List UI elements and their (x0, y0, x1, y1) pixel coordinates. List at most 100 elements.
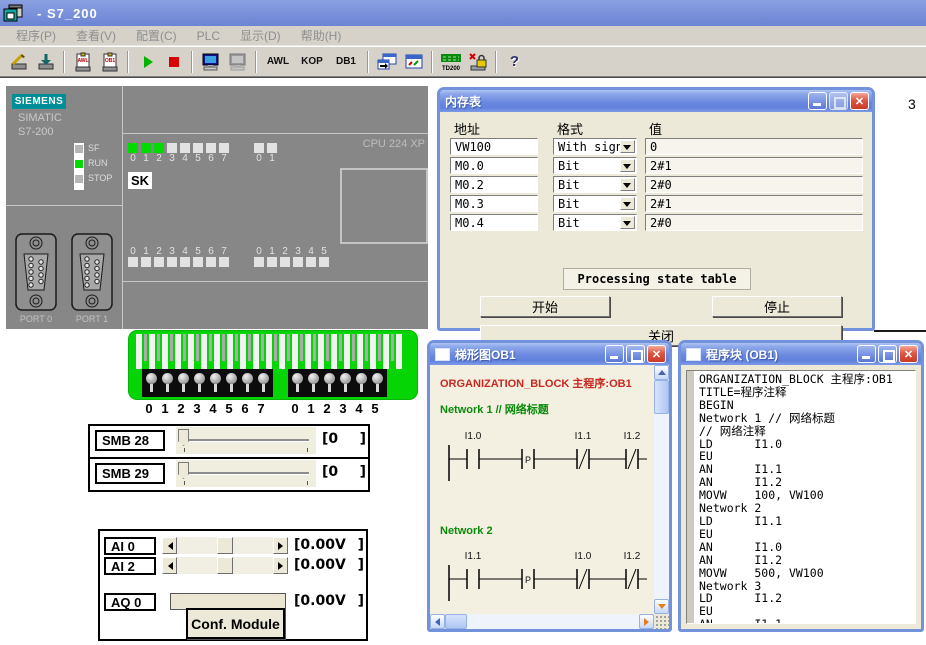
awl-editor-button[interactable]: AWL (69, 49, 96, 74)
horizontal-scrollbar[interactable] (430, 614, 654, 629)
memory-window-titlebar[interactable]: 内存表 ✕ (440, 90, 872, 112)
memory-address-input[interactable] (450, 195, 538, 212)
dropdown-arrow-button[interactable] (620, 197, 635, 210)
input-switch[interactable] (160, 371, 175, 395)
address-header: 地址 (454, 119, 480, 138)
scroll-thumb[interactable] (654, 380, 669, 414)
ladder-window-titlebar[interactable]: 梯形图OB1 ✕ (430, 343, 669, 365)
io-led (319, 257, 329, 267)
memory-address-input[interactable] (450, 157, 538, 174)
input-switch[interactable] (176, 371, 191, 395)
db1-view-button[interactable]: DB1 (329, 49, 363, 74)
menu-item-help[interactable]: 帮助(H) (291, 27, 352, 44)
memory-format-select[interactable]: With sign (553, 138, 637, 155)
scroll-thumb[interactable] (217, 537, 233, 554)
input-switch[interactable] (240, 371, 255, 395)
input-switch[interactable] (370, 371, 385, 395)
memory-format-select[interactable]: Bit (553, 157, 637, 174)
smb28-slider[interactable] (176, 427, 316, 454)
close-button[interactable]: ✕ (850, 92, 869, 110)
scroll-left-button[interactable] (162, 537, 177, 554)
minimize-button[interactable] (808, 92, 827, 110)
scroll-thumb[interactable] (445, 614, 467, 629)
memory-format-select[interactable]: Bit (553, 214, 637, 231)
conf-module-button[interactable]: Conf. Module (186, 608, 285, 639)
dropdown-arrow-button[interactable] (620, 178, 635, 191)
awl-view-button[interactable]: AWL (261, 49, 295, 74)
slider-track[interactable] (181, 472, 309, 475)
scroll-left-button[interactable] (430, 614, 445, 629)
dropdown-arrow-button[interactable] (620, 159, 635, 172)
input-switch[interactable] (354, 371, 369, 395)
switch-number-row-1: 01234567 (141, 401, 269, 416)
dropdown-arrow-button[interactable] (620, 216, 635, 229)
slider-thumb[interactable] (178, 462, 189, 479)
clear-lock-button[interactable] (464, 49, 491, 74)
vertical-scrollbar[interactable] (654, 365, 669, 614)
scroll-thumb[interactable] (217, 557, 233, 574)
close-button[interactable]: ✕ (899, 345, 918, 363)
memory-address-input[interactable] (450, 214, 538, 231)
input-switch[interactable] (338, 371, 353, 395)
scroll-left-button[interactable] (162, 557, 177, 574)
maximize-button[interactable] (626, 345, 645, 363)
maximize-button[interactable] (878, 345, 897, 363)
smb29-slider[interactable] (176, 460, 316, 487)
scroll-right-button[interactable] (273, 537, 288, 554)
input-switch[interactable] (208, 371, 223, 395)
input-switch[interactable] (290, 371, 305, 395)
help-button[interactable]: ? (501, 49, 528, 74)
start-button[interactable]: 开始 (480, 296, 610, 317)
menu-item-config[interactable]: 配置(C) (126, 27, 187, 44)
memory-address-input[interactable] (450, 176, 538, 193)
cascade-windows-button[interactable] (373, 49, 400, 74)
stop-button[interactable]: 停止 (712, 296, 842, 317)
input-switch[interactable] (144, 371, 159, 395)
close-button[interactable]: ✕ (647, 345, 666, 363)
dropdown-arrow-button[interactable] (620, 140, 635, 153)
edit-program-button[interactable] (5, 49, 32, 74)
input-switch[interactable] (306, 371, 321, 395)
run-button[interactable] (133, 49, 160, 74)
kop-view-button[interactable]: KOP (295, 49, 329, 74)
program-window-titlebar[interactable]: 程序块 (OB1) ✕ (681, 343, 921, 365)
slider-thumb[interactable] (178, 429, 189, 446)
ob1-editor-button[interactable]: OB1 (96, 49, 123, 74)
menu-item-plc[interactable]: PLC (187, 29, 230, 43)
input-switch[interactable] (192, 371, 207, 395)
memory-address-input[interactable] (450, 138, 538, 155)
resize-grip[interactable] (654, 614, 669, 629)
program-text-area[interactable]: ORGANIZATION_BLOCK 主程序:OB1 TITLE=程序注释 BE… (686, 370, 916, 624)
memory-format-select[interactable]: Bit (553, 176, 637, 193)
ai2-scrollbar[interactable] (162, 557, 288, 574)
terminal-key (175, 334, 181, 369)
minimize-button[interactable] (857, 345, 876, 363)
input-switch[interactable] (224, 371, 239, 395)
scroll-track[interactable] (177, 557, 273, 574)
memory-format-select[interactable]: Bit (553, 195, 637, 212)
monitor-on-button[interactable] (197, 49, 224, 74)
options-window-button[interactable] (400, 49, 427, 74)
menu-item-program[interactable]: 程序(P) (6, 27, 66, 44)
menu-item-view[interactable]: 查看(V) (66, 27, 126, 44)
scroll-track[interactable] (177, 537, 273, 554)
download-program-button[interactable] (32, 49, 59, 74)
scroll-down-button[interactable] (654, 599, 669, 614)
scroll-right-button[interactable] (639, 614, 654, 629)
app-titlebar[interactable]: - S7_200 (0, 0, 926, 26)
input-switch[interactable] (322, 371, 337, 395)
stop-button[interactable] (160, 49, 187, 74)
monitor-off-button[interactable] (224, 49, 251, 74)
maximize-button[interactable] (829, 92, 848, 110)
scroll-up-button[interactable] (654, 365, 669, 380)
minimize-button[interactable] (605, 345, 624, 363)
table-row: Bit2#0 (440, 214, 872, 233)
input-switch[interactable] (256, 371, 271, 395)
slider-track[interactable] (181, 439, 309, 442)
ai0-scrollbar[interactable] (162, 537, 288, 554)
td200-button[interactable]: TD200 (437, 49, 464, 74)
switch-number: 4 (351, 401, 367, 416)
scroll-right-button[interactable] (273, 557, 288, 574)
processing-state-button[interactable]: Processing state table (563, 268, 751, 290)
menu-item-display[interactable]: 显示(D) (230, 27, 291, 44)
